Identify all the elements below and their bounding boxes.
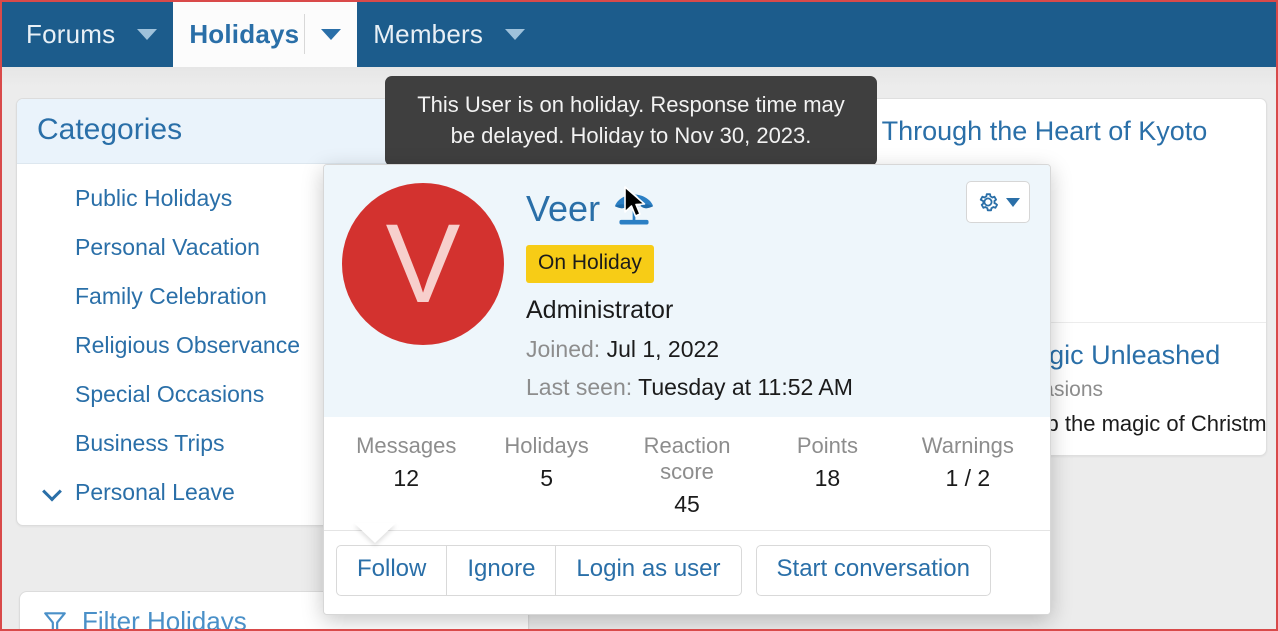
- user-last-seen-label: Last seen:: [526, 374, 632, 400]
- sidebar-item-label: Religious Observance: [75, 332, 300, 358]
- user-card-arrow: [354, 523, 396, 543]
- stat-value: 12: [336, 465, 476, 492]
- ignore-button[interactable]: Ignore: [446, 545, 556, 596]
- user-avatar[interactable]: V: [342, 183, 504, 345]
- stat-value: 18: [757, 465, 897, 492]
- user-joined-value: Jul 1, 2022: [607, 336, 720, 362]
- stat-value: 5: [476, 465, 616, 492]
- filter-holidays-label: Filter Holidays: [82, 606, 247, 631]
- beach-umbrella-icon: [612, 189, 656, 229]
- stat-label: Warnings: [898, 433, 1038, 459]
- sidebar-item-label: Special Occasions: [75, 381, 264, 407]
- stat-warnings: Warnings 1 / 2: [898, 433, 1038, 518]
- app-root: Holidays Categories Public Holidays Pers…: [0, 0, 1278, 631]
- user-role: Administrator: [526, 296, 1030, 325]
- nav-divider: [304, 14, 305, 54]
- chevron-down-icon: [1006, 198, 1020, 207]
- stat-messages: Messages 12: [336, 433, 476, 518]
- user-last-seen-value: Tuesday at 11:52 AM: [638, 374, 853, 400]
- user-hover-card: V Veer On Holiday Administrator: [323, 164, 1051, 615]
- filter-funnel-icon: [42, 609, 68, 631]
- user-stats-row: Messages 12 Holidays 5 Reaction score 45…: [324, 417, 1050, 531]
- chevron-down-icon[interactable]: [137, 29, 157, 40]
- chevron-down-icon[interactable]: [321, 29, 341, 40]
- start-conversation-button[interactable]: Start conversation: [756, 545, 991, 596]
- sidebar-item-label: Family Celebration: [75, 283, 267, 309]
- sidebar-item-label: Public Holidays: [75, 185, 232, 211]
- holiday-tooltip: This User is on holiday. Response time m…: [385, 76, 877, 166]
- follow-button[interactable]: Follow: [336, 545, 447, 596]
- sidebar-item-label: Personal Leave: [75, 479, 235, 505]
- nav-item-label: Members: [373, 19, 483, 50]
- nav-item-forums[interactable]: Forums: [10, 2, 173, 67]
- chevron-down-icon[interactable]: [505, 29, 525, 40]
- login-as-user-button[interactable]: Login as user: [555, 545, 741, 596]
- user-card-info: Veer On Holiday Administrator Joined: Ju…: [526, 183, 1030, 401]
- stat-reaction-score: Reaction score 45: [617, 433, 757, 518]
- stat-holidays: Holidays 5: [476, 433, 616, 518]
- stat-label: Messages: [336, 433, 476, 459]
- stat-points: Points 18: [757, 433, 897, 518]
- gear-icon: [976, 190, 1000, 214]
- stat-value: 1 / 2: [898, 465, 1038, 492]
- nav-item-members[interactable]: Members: [357, 2, 541, 67]
- stat-value: 45: [617, 491, 757, 518]
- sidebar-item-label: Business Trips: [75, 430, 225, 456]
- user-card-header: V Veer On Holiday Administrator: [324, 165, 1050, 417]
- user-joined: Joined: Jul 1, 2022: [526, 336, 1030, 363]
- chevron-down-icon: [42, 481, 62, 501]
- sidebar-item-label: Personal Vacation: [75, 234, 260, 260]
- main-navigation: Forums Holidays Members: [2, 2, 1278, 67]
- stat-label: Points: [757, 433, 897, 459]
- nav-item-holidays[interactable]: Holidays: [173, 2, 357, 67]
- user-joined-label: Joined:: [526, 336, 600, 362]
- user-last-seen: Last seen: Tuesday at 11:52 AM: [526, 374, 1030, 401]
- status-badge: On Holiday: [526, 245, 654, 283]
- nav-item-label: Forums: [26, 19, 115, 50]
- stat-label: Reaction score: [617, 433, 757, 485]
- user-card-settings-button[interactable]: [966, 181, 1030, 223]
- nav-items: Forums Holidays Members: [2, 2, 1278, 67]
- nav-item-label: Holidays: [189, 19, 299, 50]
- user-name[interactable]: Veer: [526, 191, 600, 227]
- user-card-actions: Follow Ignore Login as user Start conver…: [324, 531, 1050, 614]
- user-name-row: Veer: [526, 189, 1030, 229]
- stat-label: Holidays: [476, 433, 616, 459]
- user-action-group: Follow Ignore Login as user: [336, 545, 742, 596]
